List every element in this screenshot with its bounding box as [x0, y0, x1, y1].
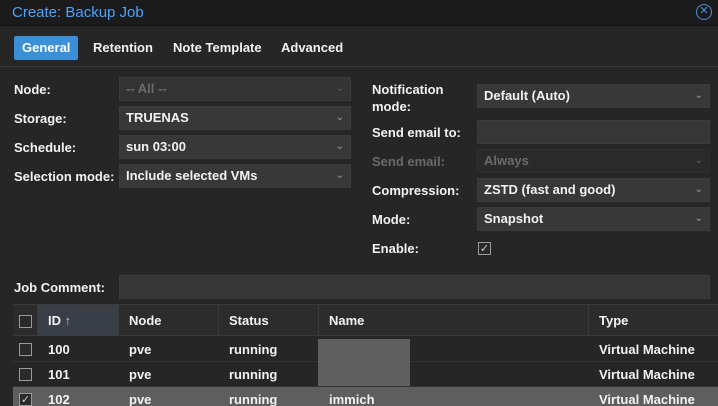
row-node: pve: [129, 367, 152, 382]
dialog-titlebar: Create: Backup Job ✕: [0, 0, 718, 26]
chevron-down-icon: ⌄: [335, 170, 344, 181]
row-status: running: [229, 342, 278, 357]
chevron-down-icon: ⌄: [694, 155, 703, 166]
storage-select[interactable]: TRUENAS ⌄: [119, 106, 351, 130]
col-name-header[interactable]: Name: [319, 305, 589, 336]
notification-mode-select[interactable]: Default (Auto) ⌄: [477, 84, 710, 108]
selection-mode-value: Include selected VMs: [126, 168, 258, 183]
chevron-down-icon: ⌄: [694, 213, 703, 224]
sort-arrow-icon: ↑: [64, 313, 72, 328]
col-id-header[interactable]: ID ↑: [38, 305, 119, 336]
select-all-checkbox[interactable]: [19, 315, 32, 328]
row-type: Virtual Machine: [599, 342, 695, 357]
tab-retention[interactable]: Retention: [85, 36, 161, 60]
row-node: pve: [129, 342, 152, 357]
node-label: Node:: [14, 82, 51, 97]
row-type: Virtual Machine: [599, 392, 695, 406]
schedule-value: sun 03:00: [126, 139, 186, 154]
table-row[interactable]: ✓ 102 pve running immich Virtual Machine: [13, 387, 718, 406]
compression-value: ZSTD (fast and good): [484, 182, 616, 197]
col-status-header[interactable]: Status: [219, 305, 319, 336]
selection-mode-select[interactable]: Include selected VMs ⌄: [119, 164, 351, 188]
send-email-to-input[interactable]: [477, 120, 710, 144]
close-icon[interactable]: ✕: [696, 4, 712, 20]
notification-mode-label-1: Notification: [372, 82, 444, 97]
job-comment-input[interactable]: [119, 275, 710, 299]
row-status: running: [229, 367, 278, 382]
notification-mode-label-2: mode:: [372, 99, 411, 114]
row-id: 102: [48, 392, 70, 406]
send-email-label: Send email:: [372, 154, 445, 169]
tab-bar: General Retention Note Template Advanced: [0, 27, 718, 67]
storage-value: TRUENAS: [126, 110, 189, 125]
col-id-label: ID: [48, 313, 61, 328]
tab-general[interactable]: General: [14, 36, 79, 60]
dialog-title: Create: Backup Job: [12, 4, 144, 21]
row-checkbox[interactable]: ✓: [19, 393, 32, 406]
select-all-cell: [13, 305, 38, 336]
mode-value: Snapshot: [484, 211, 544, 226]
mode-label: Mode:: [372, 212, 411, 227]
mode-select[interactable]: Snapshot ⌄: [477, 207, 710, 231]
node-value: -- All --: [126, 81, 167, 96]
row-name: immich: [329, 392, 375, 406]
node-select: -- All -- ⌄: [119, 77, 351, 101]
row-checkbox[interactable]: [19, 343, 32, 356]
chevron-down-icon: ⌄: [694, 90, 703, 101]
chevron-down-icon: ⌄: [335, 141, 344, 152]
storage-label: Storage:: [14, 111, 67, 126]
row-id: 101: [48, 367, 70, 382]
enable-label: Enable:: [372, 241, 419, 256]
row-checkbox[interactable]: [19, 368, 32, 381]
send-email-to-label: Send email to:: [372, 125, 461, 140]
redacted-name-block: [318, 339, 410, 386]
row-id: 100: [48, 342, 70, 357]
chevron-down-icon: ⌄: [335, 83, 344, 94]
send-email-value: Always: [484, 153, 529, 168]
chevron-down-icon: ⌄: [335, 112, 344, 123]
job-comment-label: Job Comment:: [14, 280, 105, 295]
enable-checkbox[interactable]: ✓: [478, 242, 491, 255]
schedule-select[interactable]: sun 03:00 ⌄: [119, 135, 351, 159]
col-type-header[interactable]: Type: [589, 305, 718, 336]
selection-mode-label: Selection mode:: [14, 169, 115, 184]
row-type: Virtual Machine: [599, 367, 695, 382]
row-node: pve: [129, 392, 152, 406]
schedule-label: Schedule:: [14, 140, 77, 155]
compression-label: Compression:: [372, 183, 460, 198]
grid-header: ID ↑ Node Status Name Type: [13, 305, 718, 336]
compression-select[interactable]: ZSTD (fast and good) ⌄: [477, 178, 710, 202]
row-status: running: [229, 392, 278, 406]
chevron-down-icon: ⌄: [694, 184, 703, 195]
col-node-header[interactable]: Node: [119, 305, 219, 336]
notification-mode-value: Default (Auto): [484, 88, 570, 103]
tab-note-template[interactable]: Note Template: [165, 36, 270, 60]
tab-advanced[interactable]: Advanced: [273, 36, 351, 60]
send-email-select: Always ⌄: [477, 149, 710, 173]
